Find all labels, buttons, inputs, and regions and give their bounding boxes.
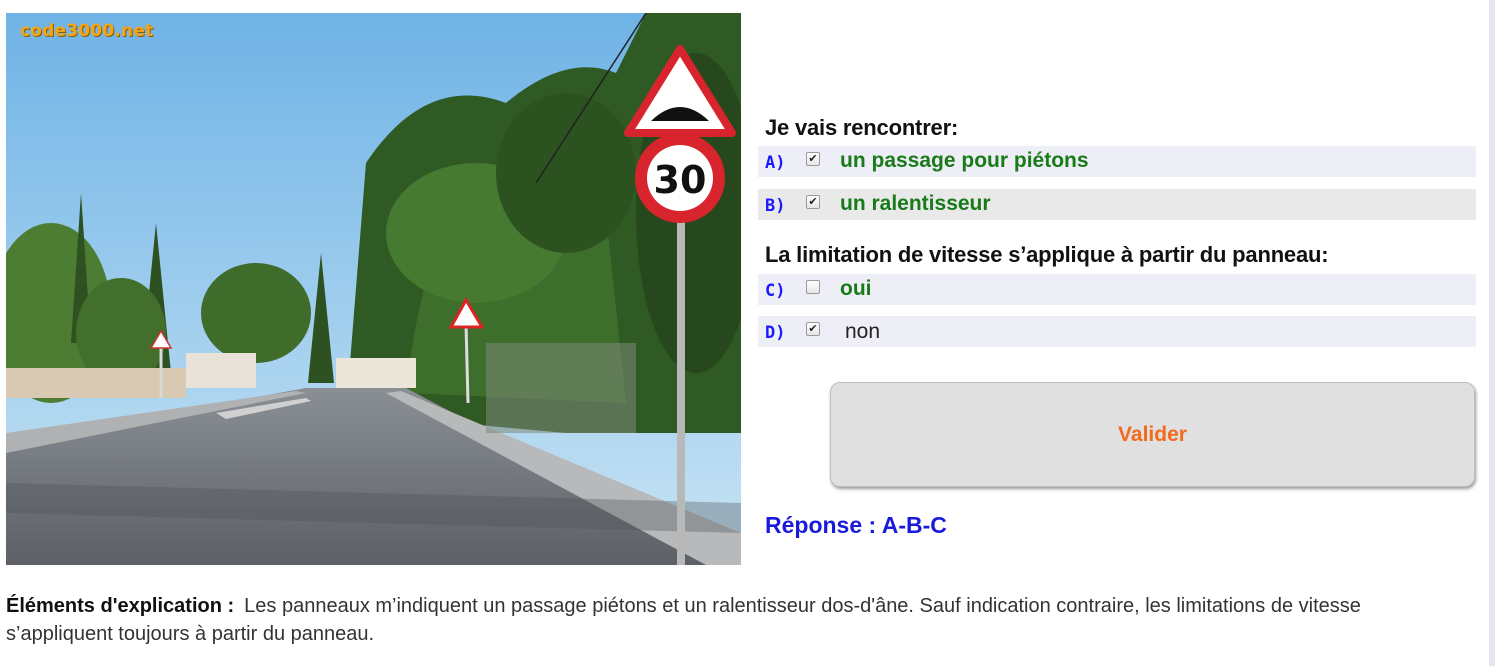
option-b[interactable]: B) ✔ un ralentisseur — [758, 189, 1476, 220]
option-c-checkbox[interactable] — [806, 280, 820, 294]
validate-button[interactable]: Valider — [830, 382, 1475, 487]
option-d[interactable]: D) ✔ non — [758, 316, 1476, 347]
option-d-checkbox[interactable]: ✔ — [806, 322, 820, 336]
question-heading-1: Je vais rencontrer: — [765, 115, 959, 140]
option-text: oui — [840, 277, 872, 300]
explanation-label: Éléments d'explication : — [6, 595, 235, 617]
option-letter: A) — [765, 153, 786, 173]
option-text: non — [845, 320, 881, 343]
option-b-checkbox[interactable]: ✔ — [806, 195, 820, 209]
option-c[interactable]: C) oui — [758, 274, 1476, 305]
page-right-border — [1489, 0, 1495, 666]
road-scene-image: 30 — [6, 13, 741, 565]
answer-text: Réponse : A-B-C — [765, 512, 947, 538]
option-letter: C) — [765, 281, 786, 301]
option-letter: B) — [765, 196, 786, 216]
watermark-logo: code3000.net — [20, 21, 154, 41]
option-a[interactable]: A) ✔ un passage pour piétons — [758, 146, 1476, 177]
option-text: un passage pour piétons — [840, 149, 1089, 172]
question-photo: 30 code3000.net — [6, 13, 741, 565]
question-heading-2: La limitation de vitesse s’applique à pa… — [765, 242, 1329, 267]
option-letter: D) — [765, 323, 786, 343]
option-a-checkbox[interactable]: ✔ — [806, 152, 820, 166]
option-text: un ralentisseur — [840, 192, 991, 215]
explanation-block: Éléments d'explication : Les panneaux m’i… — [6, 592, 1466, 648]
speed-limit-value: 30 — [654, 158, 707, 202]
